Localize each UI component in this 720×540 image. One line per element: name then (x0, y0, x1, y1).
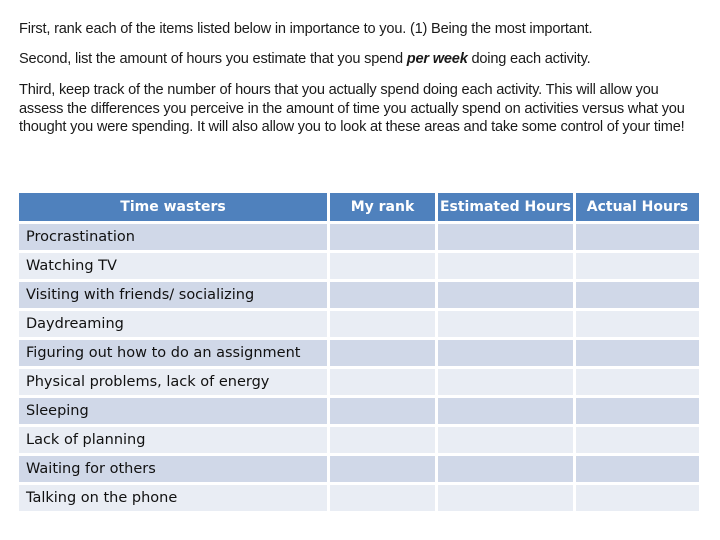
activity-cell: Daydreaming (19, 311, 327, 337)
table-row: Procrastination (19, 224, 699, 250)
estimated-hours-cell[interactable] (438, 224, 573, 250)
instruction-step-3: Third, keep track of the number of hours… (19, 82, 685, 136)
activity-cell: Waiting for others (19, 456, 327, 482)
my-rank-cell[interactable] (330, 369, 435, 395)
table-row: Visiting with friends/ socializing (19, 282, 699, 308)
table-row: Watching TV (19, 253, 699, 279)
activity-cell: Talking on the phone (19, 485, 327, 511)
actual-hours-cell[interactable] (576, 282, 699, 308)
activity-cell: Lack of planning (19, 427, 327, 453)
actual-hours-cell[interactable] (576, 253, 699, 279)
my-rank-cell[interactable] (330, 427, 435, 453)
instruction-step-1: First, rank each of the items listed bel… (19, 21, 593, 37)
estimated-hours-cell[interactable] (438, 340, 573, 366)
table-row: Waiting for others (19, 456, 699, 482)
instruction-step-2-text: Second, list the amount of hours you est… (19, 51, 407, 67)
column-header-time-wasters: Time wasters (19, 193, 327, 221)
table-body: Procrastination Watching TV Visiting with … (19, 224, 699, 511)
actual-hours-cell[interactable] (576, 311, 699, 337)
activity-cell: Visiting with friends/ socializing (19, 282, 327, 308)
table-row: Physical problems, lack of energy (19, 369, 699, 395)
actual-hours-cell[interactable] (576, 456, 699, 482)
instruction-emphasis: per week (406, 51, 468, 67)
table-row: Daydreaming (19, 311, 699, 337)
activity-cell: Procrastination (19, 224, 327, 250)
my-rank-cell[interactable] (330, 311, 435, 337)
actual-hours-cell[interactable] (576, 485, 699, 511)
my-rank-cell[interactable] (330, 282, 435, 308)
column-header-actual-hours: Actual Hours (576, 193, 699, 221)
actual-hours-cell[interactable] (576, 398, 699, 424)
activity-cell: Physical problems, lack of energy (19, 369, 327, 395)
table-header-row: Time wasters My rank Estimated Hours Act… (19, 193, 699, 221)
my-rank-cell[interactable] (330, 224, 435, 250)
instruction-step-2-text-end: doing each activity. (467, 51, 591, 67)
activity-cell: Figuring out how to do an assignment (19, 340, 327, 366)
actual-hours-cell[interactable] (576, 224, 699, 250)
instructions: First, rank each of the items listed bel… (19, 20, 699, 148)
instruction-step-2: Second, list the amount of hours you est… (19, 50, 699, 69)
estimated-hours-cell[interactable] (438, 311, 573, 337)
estimated-hours-cell[interactable] (438, 253, 573, 279)
activity-cell: Watching TV (19, 253, 327, 279)
estimated-hours-cell[interactable] (438, 282, 573, 308)
my-rank-cell[interactable] (330, 340, 435, 366)
estimated-hours-cell[interactable] (438, 485, 573, 511)
my-rank-cell[interactable] (330, 253, 435, 279)
table-row: Figuring out how to do an assignment (19, 340, 699, 366)
column-header-estimated-hours: Estimated Hours (438, 193, 573, 221)
estimated-hours-cell[interactable] (438, 369, 573, 395)
actual-hours-cell[interactable] (576, 427, 699, 453)
estimated-hours-cell[interactable] (438, 398, 573, 424)
table-row: Lack of planning (19, 427, 699, 453)
column-header-my-rank: My rank (330, 193, 435, 221)
my-rank-cell[interactable] (330, 398, 435, 424)
my-rank-cell[interactable] (330, 485, 435, 511)
estimated-hours-cell[interactable] (438, 456, 573, 482)
actual-hours-cell[interactable] (576, 369, 699, 395)
actual-hours-cell[interactable] (576, 340, 699, 366)
table-row: Talking on the phone (19, 485, 699, 511)
activity-cell: Sleeping (19, 398, 327, 424)
table-row: Sleeping (19, 398, 699, 424)
estimated-hours-cell[interactable] (438, 427, 573, 453)
my-rank-cell[interactable] (330, 456, 435, 482)
time-wasters-table: Time wasters My rank Estimated Hours Act… (16, 190, 702, 514)
